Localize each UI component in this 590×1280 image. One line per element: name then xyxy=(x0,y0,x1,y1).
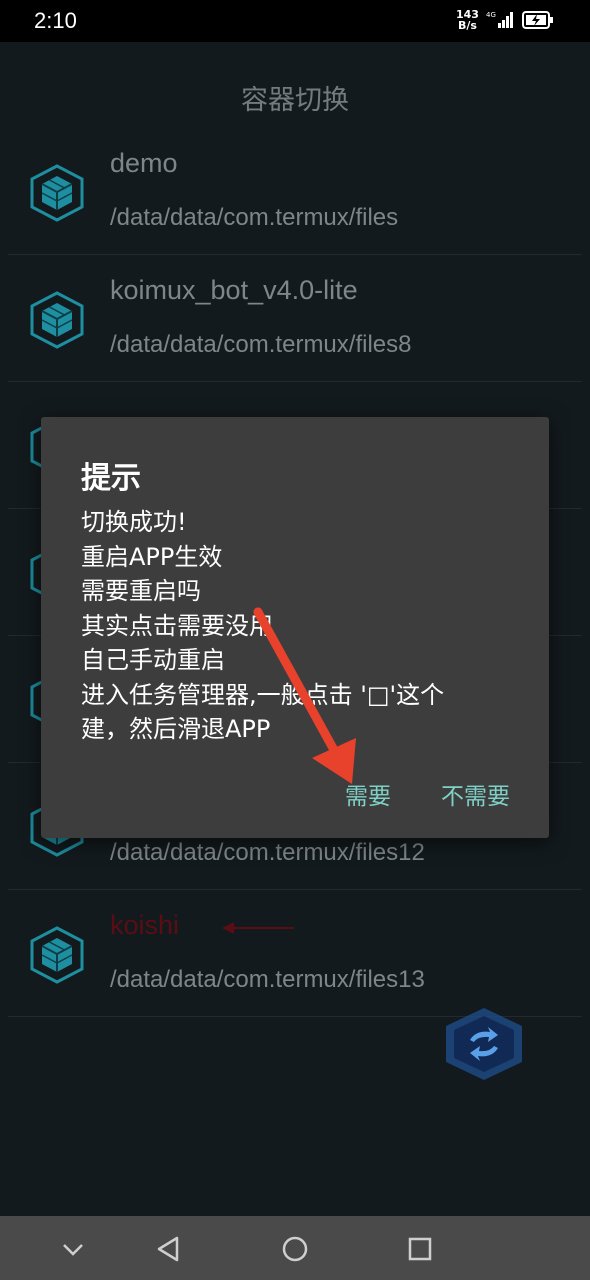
chevron-down-icon[interactable] xyxy=(56,1232,90,1266)
dialog-line: 需要重启吗 xyxy=(81,577,201,605)
page-title: 容器切换 xyxy=(241,85,349,116)
container-path: /data/data/com.termux/files12 xyxy=(110,839,425,866)
container-cube-icon xyxy=(30,291,84,349)
dialog-line: 重启APP生效 xyxy=(81,542,223,571)
container-cube-icon xyxy=(30,164,84,222)
container-name: demo xyxy=(110,148,178,178)
container-list-item[interactable]: koishi/data/data/com.termux/files13 xyxy=(8,890,582,1017)
yes-button[interactable]: 需要 xyxy=(345,777,391,811)
switch-fab-icon[interactable] xyxy=(442,1006,526,1082)
signal-icon: 4G xyxy=(486,11,513,28)
back-icon[interactable] xyxy=(152,1232,186,1266)
dialog-line: 建，然后滑退APP xyxy=(81,715,271,743)
dialog-message: 切换成功! 重启APP生效 需要重启吗 其实点击需要没用 自己手动重启 进入任务… xyxy=(81,505,541,747)
dialog-line: 自己手动重启 xyxy=(81,646,225,674)
container-list-item[interactable]: demo/data/data/com.termux/files xyxy=(8,128,582,255)
container-name: koishi xyxy=(110,910,180,940)
network-type-label: 4G xyxy=(486,11,496,19)
container-path: /data/data/com.termux/files8 xyxy=(110,331,412,358)
container-path: /data/data/com.termux/files13 xyxy=(110,966,425,993)
no-button[interactable]: 不需要 xyxy=(441,777,510,811)
container-list-item[interactable]: koimux_bot_v4.0-lite/data/data/com.termu… xyxy=(8,255,582,382)
navigation-bar xyxy=(0,1216,590,1280)
container-cube-icon xyxy=(30,926,84,984)
dialog-line: 其实点击需要没用 xyxy=(81,611,273,640)
container-name: koimux_bot_v4.0-lite xyxy=(110,275,358,305)
recents-icon[interactable] xyxy=(403,1232,437,1266)
network-speed-unit: B/s xyxy=(458,19,477,32)
alert-dialog: 提示 切换成功! 重启APP生效 需要重启吗 其实点击需要没用 自己手动重启 进… xyxy=(41,417,549,838)
container-path: /data/data/com.termux/files xyxy=(110,204,399,231)
status-bar: 2:10 143 B/s 4G xyxy=(0,0,590,42)
home-icon[interactable] xyxy=(278,1232,312,1266)
current-marker-arrow-icon xyxy=(222,922,294,934)
battery-icon xyxy=(522,11,553,29)
dialog-line: 进入任务管理器,一般点击 '□'这个 xyxy=(81,680,445,709)
network-speed: 143 B/s xyxy=(456,9,479,31)
dialog-line: 切换成功! xyxy=(81,508,187,536)
status-time: 2:10 xyxy=(34,8,77,33)
dialog-title: 提示 xyxy=(81,461,141,496)
